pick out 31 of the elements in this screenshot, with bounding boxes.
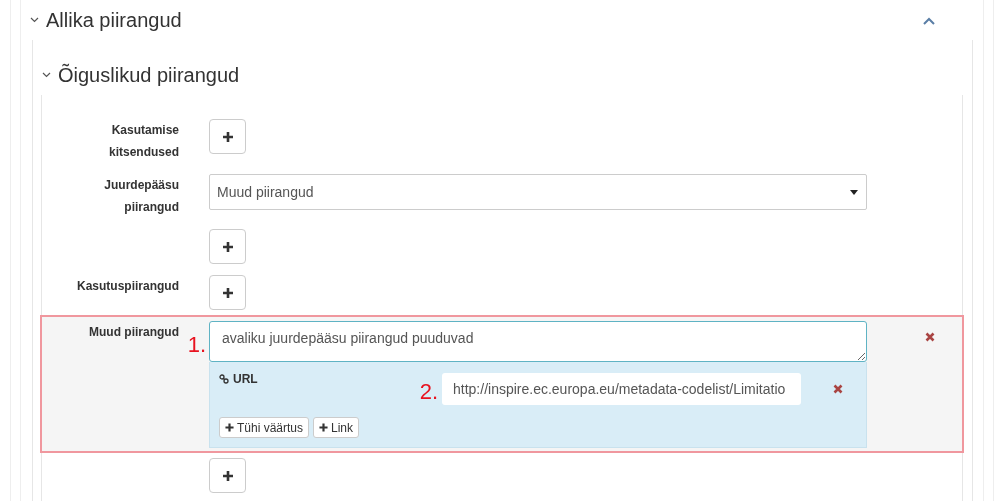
url-field[interactable]: http://inspire.ec.europa.eu/metadata-codelist/Limitatio	[442, 373, 801, 405]
field-label: Kasutamise kitsendused	[108, 123, 179, 159]
field-label: Juurdepääsu piirangud	[104, 178, 179, 214]
chevron-icon[interactable]	[42, 72, 51, 78]
plus-icon	[221, 130, 234, 143]
dropdown[interactable]: Muud piirangud	[209, 174, 867, 210]
field-label: Kasutuspiirangud	[77, 279, 179, 293]
plus-icon	[319, 423, 329, 432]
add-button[interactable]	[209, 119, 246, 154]
add-value-button[interactable]: Tühi väärtus	[219, 417, 310, 438]
remove-button[interactable]	[925, 332, 935, 342]
annotation-number: 2.	[419, 378, 438, 405]
add-button[interactable]	[209, 458, 246, 493]
add-button[interactable]	[209, 229, 246, 264]
section-title: Allika piirangud	[46, 8, 182, 32]
section-title: Õiguslikud piirangud	[58, 63, 240, 87]
link-label: URL	[233, 372, 258, 386]
caret-icon	[850, 189, 858, 195]
add-button[interactable]	[209, 275, 246, 310]
caret-icon[interactable]	[923, 17, 935, 25]
field-label: Muud piirangud	[89, 325, 179, 339]
add-value-button[interactable]: Link	[313, 417, 360, 438]
link-icon	[219, 374, 229, 384]
plus-icon	[221, 240, 234, 253]
plus-icon	[221, 469, 234, 482]
plus-icon	[221, 286, 234, 299]
text-area[interactable]: avaliku juurdepääsu piirangud puuduvad	[209, 321, 867, 362]
plus-icon	[225, 423, 234, 432]
remove-button[interactable]	[833, 384, 843, 394]
chevron-icon[interactable]	[30, 17, 39, 23]
annotation-number: 1.	[187, 331, 206, 358]
